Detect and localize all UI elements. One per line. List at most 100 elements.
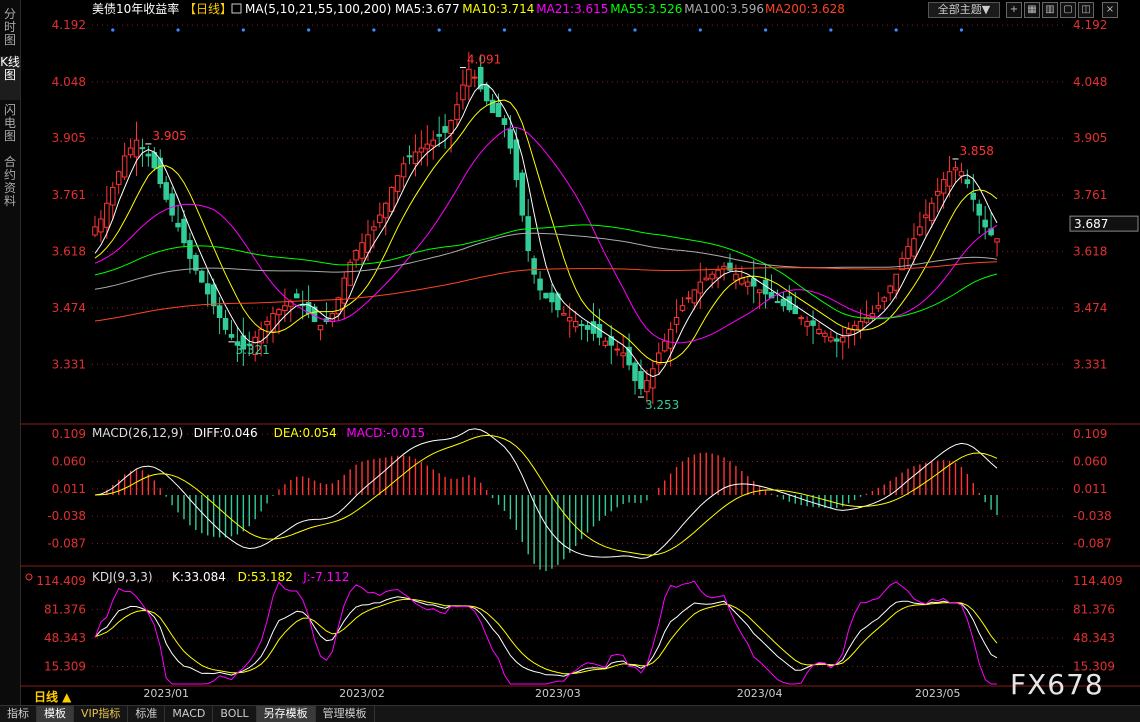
- candle-down: [199, 270, 205, 283]
- kdj-settings-icon: [25, 573, 33, 581]
- signal-dot: [894, 28, 898, 32]
- signal-dot: [176, 28, 180, 32]
- vip-indicator-button[interactable]: VIP指标: [74, 706, 129, 722]
- candle-down: [187, 240, 193, 259]
- layout-icon[interactable]: ▥: [1042, 2, 1058, 18]
- candle-up: [745, 281, 751, 287]
- candle-up: [371, 226, 377, 231]
- window-icon[interactable]: ▢: [1060, 2, 1076, 18]
- sidebar-tab-kline[interactable]: K线图: [0, 56, 20, 100]
- macd-tick-right: 0.060: [1073, 455, 1107, 469]
- price-tick-right: 3.761: [1073, 188, 1107, 202]
- sidebar-tab-timeshare[interactable]: 分时图: [0, 8, 20, 48]
- candle-up: [121, 155, 128, 178]
- candle-down: [982, 219, 988, 228]
- signal-dot: [633, 28, 637, 32]
- candle-down: [204, 283, 211, 295]
- candle-down: [151, 152, 158, 169]
- candle-down: [578, 324, 585, 327]
- kdj-tick-right: 48.343: [1073, 631, 1115, 645]
- sidebar: 分时图 K线图 闪电图 合约资料: [0, 0, 21, 705]
- period-tag: 【日线】: [184, 2, 232, 16]
- candle-down: [632, 362, 638, 382]
- standard-button[interactable]: 标准: [128, 706, 166, 722]
- x-axis-label: 2023/02: [339, 687, 385, 700]
- split-icon[interactable]: ◫: [1078, 2, 1094, 18]
- macd-tick-right: -0.087: [1073, 537, 1112, 551]
- candle-up: [917, 226, 923, 236]
- close-icon[interactable]: ×: [1102, 2, 1118, 18]
- candle-up: [383, 202, 389, 219]
- macd-tick-right: 0.011: [1073, 482, 1107, 496]
- bottom-toolbar: 指标 模板 VIP指标 标准 MACD BOLL 另存模板 管理模板: [0, 705, 1140, 722]
- grid-icon[interactable]: ▦: [1024, 2, 1040, 18]
- candle-up: [602, 340, 609, 346]
- annotation-low: 3.321: [235, 343, 269, 357]
- chart-area[interactable]: 4.192 4.192 4.048 4.048 3.905 3.905 3.761 3.761…: [20, 0, 1140, 705]
- period-selector[interactable]: 日线 ▲: [34, 688, 71, 705]
- annotation-low: 3.253: [645, 398, 679, 412]
- macd-legend-3: MACD:-0.015: [346, 426, 425, 440]
- candle-down: [495, 103, 502, 118]
- kdj-tick-left: 114.409: [36, 574, 86, 588]
- candle-up: [282, 305, 288, 312]
- candle-up: [472, 76, 478, 79]
- macd-tick-left: 0.109: [52, 427, 86, 441]
- candle-up: [899, 257, 905, 271]
- candle-up: [388, 186, 395, 212]
- candle-down: [537, 278, 543, 291]
- kdj-k-line: [94, 596, 998, 677]
- candle-up: [703, 277, 709, 281]
- candle-up: [650, 368, 656, 389]
- boll-button[interactable]: BOLL: [213, 706, 257, 722]
- candle-down: [228, 334, 235, 338]
- macd-tick-left: 0.060: [52, 455, 86, 469]
- signal-dot: [241, 28, 245, 32]
- candle-down: [181, 218, 187, 244]
- crosshair-icon[interactable]: +: [1006, 2, 1022, 18]
- candle-up: [644, 380, 650, 393]
- theme-dropdown[interactable]: 全部主题▼: [928, 2, 1000, 18]
- candle-up: [454, 104, 460, 120]
- candle-up: [839, 336, 846, 343]
- price-tick-left: 3.618: [52, 244, 86, 258]
- indicator-button[interactable]: 指标: [0, 706, 37, 722]
- macd-button[interactable]: MACD: [165, 706, 214, 722]
- current-price-value: 3.687: [1074, 217, 1108, 231]
- price-tick-right: 3.618: [1073, 244, 1107, 258]
- ma-legend-2: MA21:3.615: [536, 2, 608, 16]
- candle-up: [359, 242, 365, 259]
- candle-down: [543, 292, 549, 299]
- candle-up: [430, 139, 436, 147]
- macd-tick-left: -0.038: [47, 509, 86, 523]
- candle-up: [828, 336, 834, 342]
- signal-dot: [698, 28, 702, 32]
- candle-down: [507, 129, 514, 149]
- candle-up: [418, 147, 425, 153]
- candle-up: [928, 202, 935, 221]
- annotation-high: 4.091: [467, 53, 501, 67]
- save-template-button[interactable]: 另存模板: [256, 706, 316, 722]
- candle-up: [661, 340, 668, 352]
- ma-settings-icon: [231, 3, 242, 14]
- ma-legend-3: MA55:3.526: [610, 2, 682, 16]
- candle-up: [466, 68, 472, 87]
- manage-template-button[interactable]: 管理模板: [316, 706, 375, 722]
- x-axis-label: 2023/03: [535, 687, 581, 700]
- price-tick-left: 3.474: [52, 301, 86, 315]
- macd-legend-0: MACD(26,12,9): [92, 426, 183, 440]
- sidebar-tab-contract-info[interactable]: 合约资料: [0, 156, 20, 212]
- chart-title: 美债10年收益率: [92, 1, 179, 16]
- sidebar-tab-flash[interactable]: 闪电图: [0, 104, 20, 146]
- candle-up: [905, 246, 911, 259]
- candle-up: [377, 214, 383, 224]
- candle-down: [970, 192, 977, 200]
- candle-up: [887, 285, 893, 294]
- template-button[interactable]: 模板: [37, 706, 74, 722]
- x-axis-label: 2023/05: [915, 687, 961, 700]
- macd-tick-left: -0.087: [47, 537, 86, 551]
- candle-down: [584, 325, 591, 330]
- kdj-legend-2: D:53.182: [238, 570, 293, 584]
- candle-up: [276, 309, 282, 316]
- candle-up: [270, 313, 276, 332]
